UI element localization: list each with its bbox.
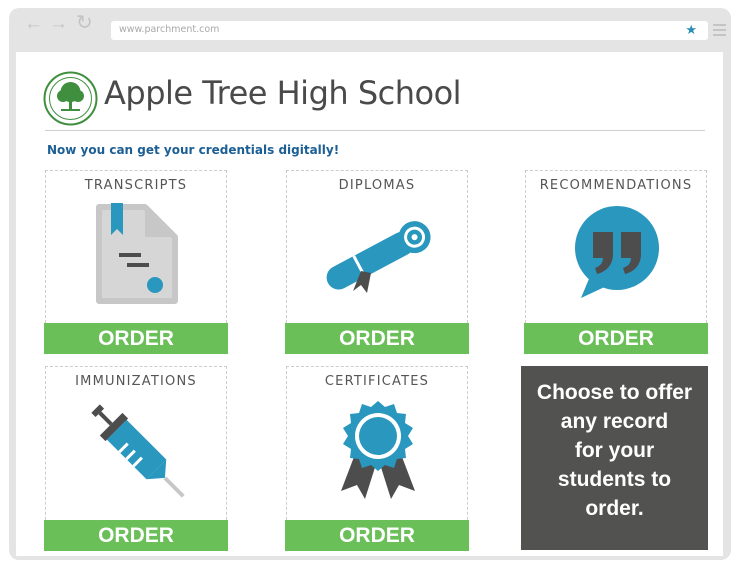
school-name: Apple Tree High School <box>104 74 462 112</box>
card-title: IMMUNIZATIONS <box>75 374 197 389</box>
card-title: DIPLOMAS <box>338 178 416 193</box>
school-logo <box>43 71 98 126</box>
syringe-icon <box>91 404 185 498</box>
card-title: TRANSCRIPTS <box>84 178 188 193</box>
back-arrow-icon[interactable]: ← <box>24 14 43 33</box>
quote-bubble-icon <box>575 206 659 298</box>
url-text: www.parchment.com <box>119 24 220 35</box>
promo-line: any record <box>560 410 669 433</box>
award-ribbon-icon <box>341 401 415 499</box>
order-button[interactable]: ORDER <box>285 323 469 354</box>
header-divider <box>45 130 705 131</box>
address-bar[interactable]: www.parchment.com ★ <box>111 21 708 40</box>
promo-panel: Choose to offer any record for your stud… <box>521 366 708 550</box>
diploma-icon <box>326 221 431 293</box>
diplomas-card[interactable]: DIPLOMAS ORDER <box>285 170 469 354</box>
hamburger-menu-icon[interactable] <box>713 24 726 36</box>
order-button[interactable]: ORDER <box>44 520 228 551</box>
forward-arrow-icon[interactable]: → <box>49 14 68 33</box>
certificates-card[interactable]: CERTIFICATES ORDER <box>285 366 469 551</box>
transcript-icon <box>96 203 178 304</box>
transcripts-card[interactable]: TRANSCRIPTS ORDER <box>44 170 228 354</box>
card-title: CERTIFICATES <box>324 374 430 389</box>
bookmark-star-icon[interactable]: ★ <box>685 22 697 38</box>
tagline: Now you can get your credentials digital… <box>47 143 340 157</box>
promo-line: for your <box>574 439 655 462</box>
promo-line: students to <box>557 468 672 491</box>
order-button[interactable]: ORDER <box>285 520 469 551</box>
card-title: RECOMMENDATIONS <box>539 178 693 193</box>
reload-icon[interactable]: ↻ <box>76 13 93 33</box>
promo-line: order. <box>585 497 644 520</box>
recommendations-card[interactable]: RECOMMENDATIONS ORDER <box>524 170 708 354</box>
order-button[interactable]: ORDER <box>524 323 708 354</box>
order-button[interactable]: ORDER <box>44 323 228 354</box>
immunizations-card[interactable]: IMMUNIZATIONS ORDER <box>44 366 228 551</box>
promo-line: Choose to offer <box>536 381 693 404</box>
